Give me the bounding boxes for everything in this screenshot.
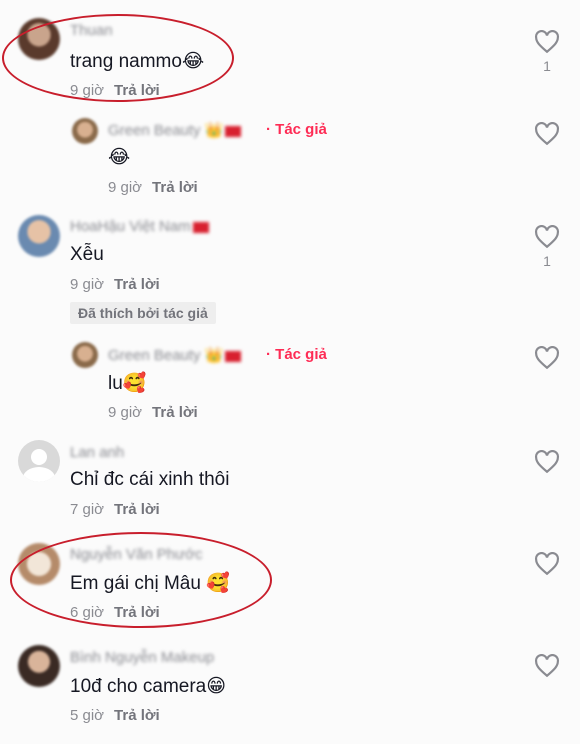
avatar[interactable] [18, 215, 60, 257]
timestamp: 6 giờ [70, 604, 105, 621]
timestamp: 7 giờ [70, 501, 105, 518]
heart-icon[interactable] [534, 552, 560, 576]
reply-button[interactable]: Trả lời [114, 707, 160, 724]
comment-meta: 6 giờ Trả lời [70, 604, 160, 621]
emoji: 😂 [181, 50, 205, 72]
reply-button[interactable]: Trả lời [152, 179, 198, 196]
comment-text: Chỉ đc cái xinh thôi [70, 469, 230, 490]
comment-text: Em gái chị Mâu 🥰 [70, 572, 230, 594]
heart-icon[interactable] [534, 346, 560, 370]
timestamp: 9 giờ [108, 404, 143, 421]
like-count: 1 [543, 58, 551, 74]
timestamp: 9 giờ [108, 179, 143, 196]
heart-icon[interactable] [534, 122, 560, 146]
heart-icon[interactable] [534, 654, 560, 678]
author-tag: · Tác giả [266, 346, 327, 363]
comment-text: 😂 [108, 146, 130, 169]
comment-meta: 5 giờ Trả lời [70, 707, 160, 724]
username[interactable]: Green Beauty 👑 [108, 346, 242, 364]
heart-icon[interactable] [534, 225, 560, 249]
liked-by-author-badge: Đã thích bởi tác giả [70, 302, 216, 324]
comment-text: Xễu [70, 244, 104, 265]
comment-meta: 9 giờ Trả lời [108, 404, 198, 421]
comment-meta: 9 giờ Trả lời [108, 179, 198, 196]
comment-text: trang nammo😂 [70, 50, 205, 72]
heart-icon[interactable] [534, 30, 560, 54]
timestamp: 9 giờ [70, 276, 105, 293]
username[interactable]: Lan anh [70, 444, 124, 461]
timestamp: 9 giờ [70, 82, 105, 99]
avatar[interactable] [18, 18, 60, 60]
emoji: 🥰 [122, 372, 147, 394]
comment-meta: 7 giờ Trả lời [70, 501, 160, 518]
username[interactable]: Green Beauty 👑 [108, 121, 242, 139]
reply-button[interactable]: Trả lời [114, 82, 160, 99]
avatar[interactable] [18, 645, 60, 687]
emoji: 😂 [108, 146, 131, 168]
avatar[interactable] [18, 543, 60, 585]
author-tag: · Tác giả [266, 121, 327, 138]
like-count: 1 [543, 253, 551, 269]
emoji: 🥰 [206, 572, 230, 594]
comment-text: lu🥰 [108, 372, 147, 394]
username[interactable]: Thuan [70, 22, 113, 39]
reply-button[interactable]: Trả lời [114, 501, 160, 518]
emoji: 😁 [206, 675, 227, 697]
reply-button[interactable]: Trả lời [114, 604, 160, 621]
reply-button[interactable]: Trả lời [114, 276, 160, 293]
reply-button[interactable]: Trả lời [152, 404, 198, 421]
username[interactable]: Bình Nguyễn Makeup [70, 649, 214, 666]
timestamp: 5 giờ [70, 707, 105, 724]
heart-icon[interactable] [534, 450, 560, 474]
username[interactable]: HoaHậu Việt Nam [70, 218, 209, 235]
avatar[interactable] [72, 118, 98, 144]
comment-text: 10đ cho camera😁 [70, 675, 227, 697]
comment-meta: 9 giờ Trả lời [70, 82, 160, 99]
username[interactable]: Nguyễn Văn Phước [70, 546, 202, 563]
avatar[interactable] [18, 440, 60, 482]
avatar[interactable] [72, 342, 98, 368]
comment-meta: 9 giờ Trả lời [70, 276, 160, 293]
